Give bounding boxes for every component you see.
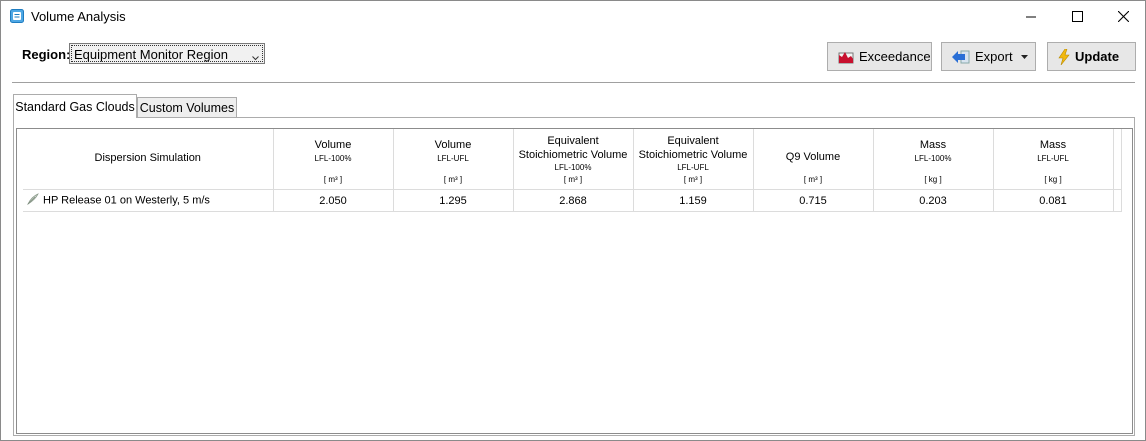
column-header-mass-lfl-100[interactable]: Mass LFL-100% [ kg ]	[873, 129, 994, 190]
cell-mass-lfl-100: 0.203	[873, 189, 994, 212]
exceedance-icon	[838, 50, 854, 64]
column-header-volume-lfl-ufl[interactable]: Volume LFL-UFL [ m³ ]	[393, 129, 514, 190]
region-select[interactable]: Equipment Monitor Region	[69, 43, 265, 64]
minimize-button[interactable]	[1008, 1, 1054, 32]
export-label: Export	[975, 49, 1013, 64]
header-main: Q9 Volume	[785, 151, 841, 163]
header-main-line2: Stoichiometric Volume	[638, 149, 748, 161]
window-title: Volume Analysis	[31, 9, 126, 24]
cell-volume-lfl-100: 2.050	[273, 189, 394, 212]
header-unit: [ m³ ]	[443, 175, 463, 184]
region-label: Region:	[22, 47, 71, 62]
column-header-dispersion-simulation[interactable]: Dispersion Simulation	[23, 129, 274, 190]
header-sub: LFL-UFL	[677, 163, 709, 172]
maximize-button[interactable]	[1054, 1, 1100, 32]
header-main: Mass	[919, 139, 947, 151]
header-main: Volume	[314, 139, 352, 151]
header-main: Equivalent	[547, 135, 599, 147]
header-sub: LFL-100%	[314, 154, 352, 163]
caret-down-icon	[1020, 54, 1028, 59]
column-header-filler	[1113, 129, 1122, 190]
header-unit: [ kg ]	[924, 175, 942, 184]
table-row[interactable]: HP Release 01 on Westerly, 5 m/s 2.050 1…	[23, 189, 1122, 212]
header-unit: [ m³ ]	[563, 175, 583, 184]
header-unit: [ m³ ]	[803, 175, 823, 184]
header-main: Equivalent	[667, 135, 719, 147]
maximize-icon	[1071, 11, 1083, 22]
tab-standard-gas-clouds[interactable]: Standard Gas Clouds	[13, 94, 137, 118]
header-unit: [ m³ ]	[683, 175, 703, 184]
column-header-q9-volume[interactable]: Q9 Volume [ m³ ]	[753, 129, 874, 190]
update-button[interactable]: Update	[1047, 42, 1136, 71]
title-bar: Volume Analysis	[1, 1, 1145, 32]
plume-icon	[27, 193, 39, 208]
header-sub: LFL-100%	[554, 163, 592, 172]
header-unit: [ kg ]	[1044, 175, 1062, 184]
cell-filler	[1113, 189, 1122, 212]
volume-analysis-window: Volume Analysis Region: Equipment Monito…	[0, 0, 1146, 441]
app-icon	[10, 9, 24, 23]
lightning-icon	[1058, 48, 1070, 65]
column-header-mass-lfl-ufl[interactable]: Mass LFL-UFL [ kg ]	[993, 129, 1114, 190]
header-main: Dispersion Simulation	[94, 152, 201, 164]
column-header-equiv-stoich-lfl-ufl[interactable]: Equivalent Stoichiometric Volume LFL-UFL…	[633, 129, 754, 190]
simulation-name: HP Release 01 on Westerly, 5 m/s	[43, 194, 210, 207]
tab-custom-volumes[interactable]: Custom Volumes	[137, 97, 237, 118]
header-main: Volume	[434, 139, 472, 151]
tab-label: Custom Volumes	[139, 101, 235, 115]
header-main: Mass	[1039, 139, 1067, 151]
cell-equiv-stoich-lfl-ufl: 1.159	[633, 189, 754, 212]
header-sub: LFL-UFL	[437, 154, 469, 163]
close-button[interactable]	[1100, 1, 1145, 32]
cell-mass-lfl-ufl: 0.081	[993, 189, 1114, 212]
cell-q9-volume: 0.715	[753, 189, 874, 212]
exceedance-label: Exceedance	[859, 49, 931, 64]
update-label: Update	[1075, 49, 1120, 64]
export-button[interactable]: Export	[941, 42, 1036, 71]
column-header-volume-lfl-100[interactable]: Volume LFL-100% [ m³ ]	[273, 129, 394, 190]
header-main-line2: Stoichiometric Volume	[518, 149, 628, 161]
results-table: Dispersion Simulation Volume LFL-100% [ …	[23, 129, 1122, 212]
cell-volume-lfl-ufl: 1.295	[393, 189, 514, 212]
export-arrow-icon	[952, 50, 970, 64]
cell-simulation-name: HP Release 01 on Westerly, 5 m/s	[23, 189, 274, 212]
results-grid: Dispersion Simulation Volume LFL-100% [ …	[16, 128, 1133, 434]
close-icon	[1117, 11, 1129, 22]
toolbar-divider	[12, 82, 1135, 83]
header-sub: LFL-UFL	[1037, 154, 1069, 163]
region-select-value: Equipment Monitor Region	[74, 47, 228, 62]
cell-equiv-stoich-lfl-100: 2.868	[513, 189, 634, 212]
header-sub: LFL-100%	[914, 154, 952, 163]
minimize-icon	[1026, 16, 1036, 17]
column-header-equiv-stoich-lfl-100[interactable]: Equivalent Stoichiometric Volume LFL-100…	[513, 129, 634, 190]
header-unit: [ m³ ]	[323, 175, 343, 184]
tab-panel: Dispersion Simulation Volume LFL-100% [ …	[13, 117, 1135, 436]
tab-label: Standard Gas Clouds	[15, 99, 135, 114]
exceedance-button[interactable]: Exceedance	[827, 42, 932, 71]
chevron-down-icon	[252, 48, 259, 66]
